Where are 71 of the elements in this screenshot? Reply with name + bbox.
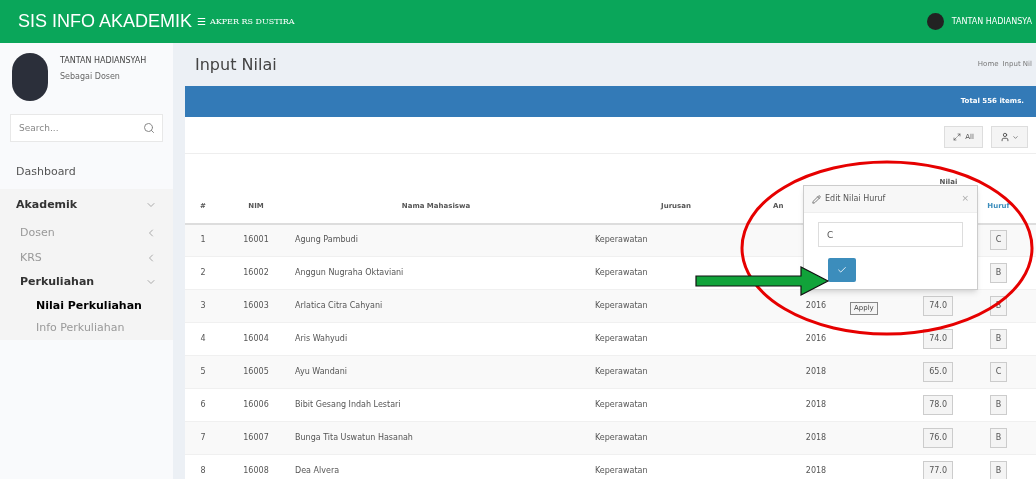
sidebar-item[interactable]: Perkuliahan [20, 274, 95, 291]
caret-icon [1012, 133, 1019, 141]
row-number: 1 [200, 235, 206, 245]
user-dropdown-button[interactable] [991, 126, 1028, 148]
student-name: Agung Pambudi [295, 235, 358, 245]
score-button[interactable]: 76.0 [923, 428, 953, 448]
nim-cell: 16002 [243, 268, 269, 277]
student-name: Aris Wahyudi [295, 334, 348, 343]
student-name: Bunga Tita Uswatun Hasanah [295, 433, 413, 442]
expand-icon [953, 133, 962, 141]
sidebar-item[interactable]: Dashboard [16, 164, 76, 181]
grade-button[interactable]: B [989, 329, 1008, 349]
row-number: 8 [200, 466, 206, 476]
row-number: 3 [200, 301, 206, 310]
student-name: Dea Alvera [295, 466, 340, 476]
year-cell: 2016 [805, 301, 827, 310]
row-number: 4 [200, 334, 206, 343]
nim-cell: 16007 [243, 433, 269, 442]
row-number: 5 [200, 367, 206, 376]
grade-button[interactable]: B [989, 263, 1008, 283]
edit-icon [812, 194, 821, 204]
grade-button[interactable]: B [989, 428, 1008, 448]
student-name: Ayu Wandani [295, 367, 347, 376]
major-cell: Keperawatan [595, 334, 648, 343]
year-cell: 2018 [805, 367, 827, 376]
check-icon [837, 265, 847, 275]
grade-button[interactable]: B [989, 395, 1008, 415]
major-cell: Keperawatan [595, 235, 648, 245]
institution-name: AKPER RS DUSTIRA [209, 15, 295, 28]
year-cell: 2016 [805, 334, 827, 343]
score-button[interactable]: 65.0 [923, 362, 953, 382]
score-button[interactable]: 78.0 [923, 395, 953, 415]
year-cell: 2018 [805, 466, 827, 476]
grade-button[interactable]: C [989, 230, 1008, 251]
user-icon [1000, 132, 1010, 142]
major-cell: Keperawatan [595, 268, 648, 277]
grade-input[interactable]: C [818, 222, 963, 247]
score-button[interactable]: 74.0 [923, 329, 953, 349]
grade-button[interactable]: C [989, 362, 1008, 382]
avatar-placeholder [12, 53, 48, 101]
user-role: Sebagai Dosen [60, 71, 121, 83]
row-number: 6 [200, 400, 206, 409]
major-cell: Keperawatan [595, 466, 648, 476]
year-cell: 2018 [805, 400, 827, 409]
avatar-icon[interactable] [926, 13, 944, 30]
sidebar-item[interactable]: Nilai Perkuliahan [36, 297, 142, 314]
popover-title: Edit Nilai Huruf [825, 193, 886, 205]
nim-cell: 16008 [243, 466, 269, 476]
major-cell: Keperawatan [595, 367, 648, 376]
student-name: Anggun Nugraha Oktaviani [295, 268, 404, 277]
score-button[interactable]: 74.0 [923, 296, 953, 316]
row-number: 2 [200, 268, 206, 277]
score-button[interactable]: 77.0 [923, 461, 953, 479]
nim-cell: 16006 [243, 400, 269, 409]
student-name: Bibit Gesang Indah Lestari [295, 400, 401, 409]
major-cell: Keperawatan [595, 301, 648, 310]
row-number: 7 [200, 433, 206, 442]
nim-cell: 16001 [243, 235, 269, 245]
nim-cell: 16005 [243, 367, 269, 376]
sidebar-item[interactable]: Akademik [16, 196, 78, 213]
search-field[interactable]: Search... [10, 114, 163, 142]
student-name: Arlatica Citra Cahyani [295, 301, 383, 310]
year-cell: 2018 [805, 433, 827, 442]
page-title: Input Nilai [195, 53, 277, 76]
grade-button[interactable]: B [989, 461, 1008, 479]
major-cell: Keperawatan [595, 400, 648, 409]
nim-cell: 16004 [243, 334, 269, 343]
user-name: TANTAN HADIANSYAH [60, 55, 147, 67]
search-icon[interactable] [143, 122, 155, 134]
major-cell: Keperawatan [595, 433, 648, 442]
nim-cell: 16003 [243, 301, 269, 310]
